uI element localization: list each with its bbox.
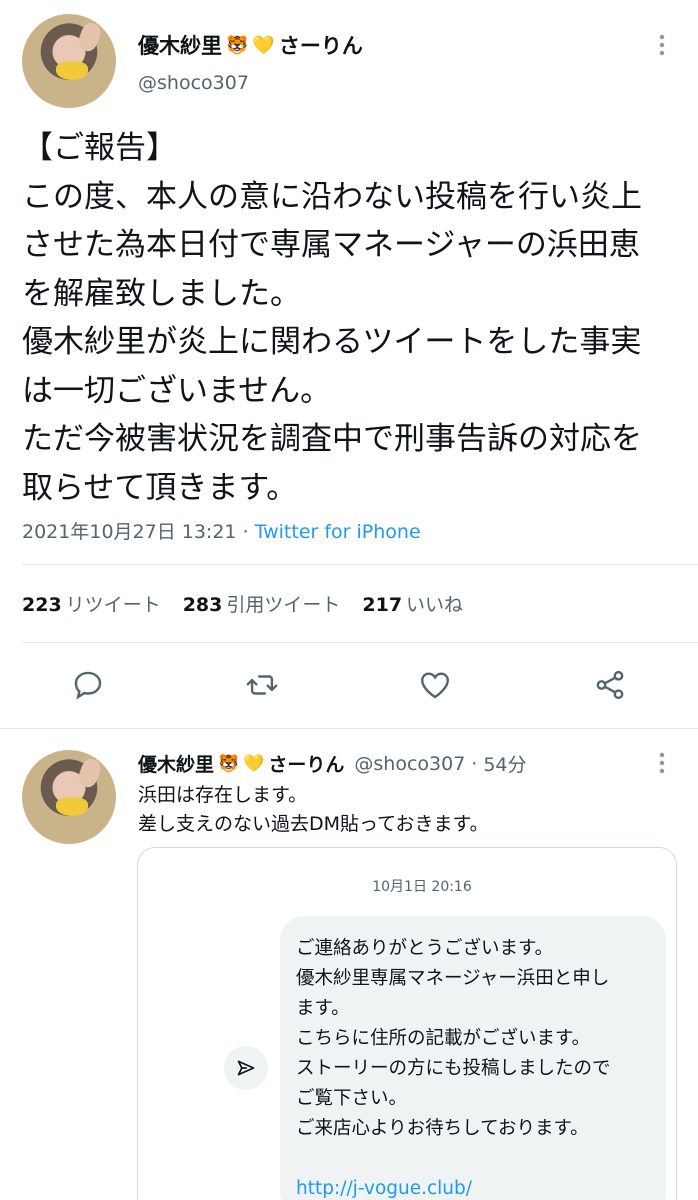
reply-line: 浜田は存在します。 [138, 784, 308, 806]
reply-display-name-suffix: さーりん [268, 754, 345, 776]
heart-emoji: 💛 [252, 34, 275, 56]
dm-line: ストーリーの方にも投稿しましたので [296, 1058, 611, 1079]
heart-emoji: 💛 [243, 753, 265, 774]
share-icon[interactable] [590, 665, 630, 705]
dm-line: こちらに住所の記載がございます。 [296, 1028, 591, 1049]
tweet-line: させた為本日付で専属マネージャーの浜田恵 [22, 227, 640, 263]
tweet-text: 【ご報告】 この度、本人の意に沿わない投稿を行い炎上 させた為本日付で専属マネー… [22, 124, 682, 512]
tiger-emoji: 🐯 [226, 34, 249, 56]
tweet-line: 取らせて頂きます。 [22, 469, 298, 506]
like-count[interactable]: 217 いいね [362, 590, 463, 617]
display-name[interactable]: 優木紗里 🐯 💛 さーりん [138, 30, 363, 60]
dm-message-bubble: ご連絡ありがとうございます。 優木紗里専属マネージャー浜田と申し ます。 こちら… [280, 916, 666, 1200]
avatar-mask [55, 797, 88, 816]
reply-line: 差し支えのない過去DM貼っておきます。 [138, 813, 489, 835]
dm-link[interactable]: http://j-vogue.club/ [296, 1174, 650, 1200]
dm-line-blank [296, 1144, 650, 1174]
reply-time: 54分 [483, 754, 527, 776]
like-icon[interactable] [415, 665, 455, 705]
avatar-mask [55, 61, 88, 80]
divider [22, 642, 698, 643]
reply-text: 浜田は存在します。 差し支えのない過去DM貼っておきます。 [138, 781, 489, 839]
tweet-source-link[interactable]: Twitter for iPhone [255, 521, 421, 543]
tweet-actions [0, 665, 698, 709]
more-options-icon[interactable] [655, 34, 669, 56]
reply-handle: @shoco307 [354, 752, 466, 775]
more-options-icon[interactable] [655, 752, 669, 774]
reply-display-name: 優木紗里 [138, 754, 215, 776]
display-name-suffix: さーりん [278, 34, 363, 58]
avatar-hand [76, 21, 104, 54]
avatar[interactable] [22, 14, 116, 108]
reply-icon[interactable] [68, 665, 108, 705]
avatar-hand [76, 757, 104, 790]
tweet-line: 優木紗里が炎上に関わるツイートをした事実 [22, 324, 642, 360]
dm-line: ます。 [296, 998, 350, 1019]
retweet-icon[interactable] [242, 665, 282, 705]
quote-tweet-count[interactable]: 283 引用ツイート [183, 590, 341, 617]
dm-screenshot-image[interactable]: 10月1日 20:16 ご連絡ありがとうございます。 優木紗里専属マネージャー浜… [137, 847, 677, 1200]
dm-line: 優木紗里専属マネージャー浜田と申し [296, 968, 610, 989]
dm-line: ご覧下さい。 [296, 1088, 408, 1109]
tweet-line: ただ今被害状況を調査中で刑事告訴の対応を [22, 421, 642, 457]
dm-timestamp: 10月1日 20:16 [372, 879, 472, 895]
reply-header[interactable]: 優木紗里 🐯 💛 さーりん @shoco307 · 54分 [138, 750, 527, 777]
tweet-meta: 2021年10月27日 13:21 · Twitter for iPhone [22, 517, 421, 544]
dm-line: ご連絡ありがとうございます。 [296, 938, 554, 959]
tweet-timestamp[interactable]: 2021年10月27日 13:21 [22, 521, 237, 543]
user-handle[interactable]: @shoco307 [138, 72, 249, 94]
display-name-text: 優木紗里 [138, 34, 222, 58]
retweet-count[interactable]: 223 リツイート [22, 590, 161, 617]
reply-separator: · [471, 752, 478, 775]
tweet-line: は一切ございません。 [22, 372, 332, 409]
tweet-stats: 223 リツイート 283 引用ツイート 217 いいね [22, 590, 463, 617]
tweet-line: を解雇致しました。 [22, 275, 301, 312]
send-icon [224, 1046, 268, 1090]
dm-line: ご来店心よりお待ちしております。 [296, 1118, 589, 1139]
divider [22, 564, 698, 565]
reply-avatar[interactable] [22, 750, 116, 844]
tweet-line: この度、本人の意に沿わない投稿を行い炎上 [22, 178, 642, 215]
tweet-line: 【ご報告】 [22, 130, 177, 166]
divider [0, 728, 698, 729]
tiger-emoji: 🐯 [218, 753, 240, 774]
meta-separator: · [236, 521, 255, 543]
